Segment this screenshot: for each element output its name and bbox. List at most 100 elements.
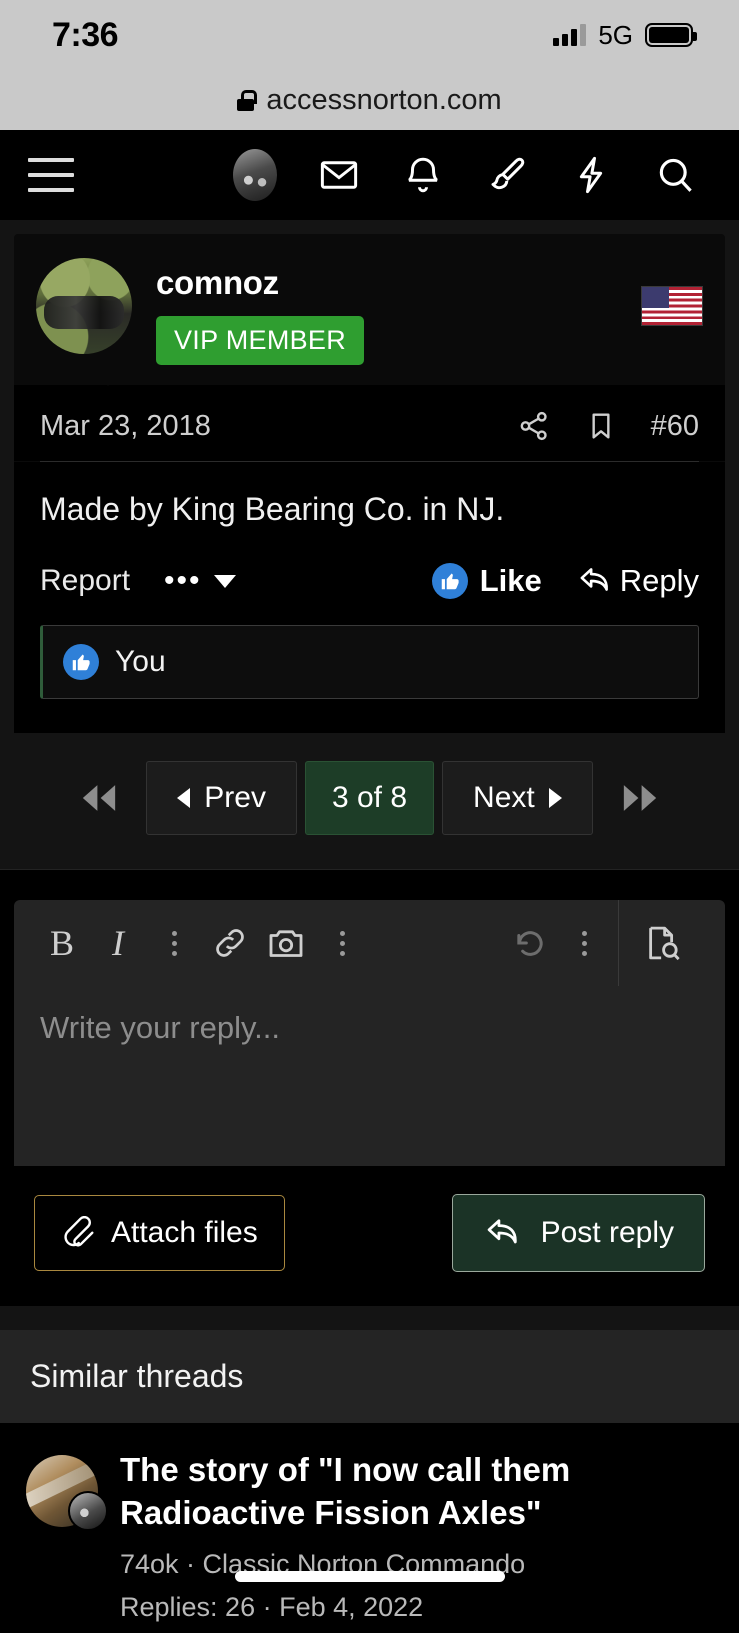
- next-page-button[interactable]: Next: [442, 761, 593, 836]
- prev-page-button[interactable]: Prev: [146, 761, 297, 836]
- us-flag-icon: [641, 286, 703, 326]
- reactions-bar[interactable]: You: [40, 625, 699, 700]
- post-date[interactable]: Mar 23, 2018: [40, 410, 211, 443]
- url-bar[interactable]: accessnorton.com: [0, 70, 739, 130]
- post-meta-row: Mar 23, 2018 #60: [14, 385, 725, 461]
- network-type-label: 5G: [598, 19, 633, 50]
- bookmark-icon[interactable]: [585, 410, 617, 442]
- post-action-right: Like Reply: [431, 563, 699, 600]
- envelope-icon: [320, 161, 358, 189]
- italic-button[interactable]: I: [90, 915, 146, 971]
- bold-button[interactable]: B: [34, 915, 90, 971]
- thumbs-up-glyph: [72, 654, 90, 671]
- reply-button-row: Attach files Post reply: [14, 1166, 725, 1273]
- nav-user-avatar-button[interactable]: [233, 149, 277, 201]
- vertical-dots-icon: [339, 930, 345, 956]
- undo-icon: [517, 931, 543, 957]
- status-indicators: 5G: [553, 19, 697, 51]
- nav-inbox-button[interactable]: [317, 153, 361, 197]
- paintbrush-icon: [491, 157, 525, 190]
- bell-icon: [408, 157, 438, 193]
- attach-files-label: Attach files: [111, 1216, 258, 1250]
- similar-threads-section: Similar threads The story of "I now call…: [0, 1330, 739, 1633]
- site-nav-bar: [0, 130, 739, 220]
- vertical-dots-icon: [171, 930, 177, 956]
- signal-strength-icon: [553, 24, 587, 46]
- thread-stats: Replies: 26 · Feb 4, 2022: [120, 1591, 424, 1622]
- nav-icon-group: [233, 149, 711, 201]
- preview-button[interactable]: [619, 915, 705, 971]
- nav-search-button[interactable]: [653, 153, 697, 197]
- pagination: Prev 3 of 8 Next: [0, 733, 739, 870]
- more-text-options-button[interactable]: [146, 915, 202, 971]
- bold-icon: B: [49, 923, 74, 964]
- post-card: comnoz VIP MEMBER Mar 23, 2018 #60 Made …: [14, 234, 725, 734]
- post-username[interactable]: comnoz: [156, 264, 364, 302]
- link-icon: [216, 929, 244, 957]
- battery-icon: [645, 23, 697, 47]
- report-button[interactable]: Report: [40, 564, 130, 598]
- status-bar: 7:36 5G: [0, 0, 739, 70]
- current-page-indicator[interactable]: 3 of 8: [304, 761, 435, 836]
- post-header: comnoz VIP MEMBER: [14, 234, 725, 386]
- ellipsis-icon: •••: [164, 564, 202, 598]
- thread-info: The story of "I now call them Radioactiv…: [120, 1449, 713, 1623]
- like-label: Like: [479, 563, 542, 599]
- post-reply-label: Post reply: [540, 1216, 674, 1250]
- italic-icon: I: [112, 923, 124, 964]
- nav-whats-new-button[interactable]: [569, 153, 613, 197]
- thread-title[interactable]: The story of "I now call them Radioactiv…: [120, 1449, 703, 1535]
- post-body-wrap: Made by King Bearing Co. in NJ. Report •…: [14, 462, 725, 734]
- hamburger-icon[interactable]: [28, 158, 74, 192]
- more-options-button[interactable]: •••: [164, 566, 236, 596]
- reply-textarea[interactable]: Write your reply...: [14, 986, 725, 1167]
- more-history-options-button[interactable]: [556, 915, 612, 971]
- reply-arrow-icon: [487, 1219, 517, 1244]
- status-badge: VIP MEMBER: [156, 316, 365, 365]
- like-button[interactable]: Like: [431, 563, 542, 600]
- post-action-row: Report ••• Like Reply: [40, 537, 699, 619]
- list-item[interactable]: The story of "I now call them Radioactiv…: [0, 1423, 739, 1633]
- reply-panel: B I Write your reply... Attach files Pos…: [0, 869, 739, 1307]
- avatar[interactable]: [36, 258, 132, 354]
- prev-page-label: Prev: [204, 781, 266, 815]
- user-block: comnoz VIP MEMBER: [156, 258, 365, 365]
- thumbs-up-glyph: [441, 573, 459, 590]
- home-indicator: [234, 1571, 505, 1582]
- more-insert-options-button[interactable]: [314, 915, 370, 971]
- next-page-label: Next: [473, 781, 535, 815]
- lightning-icon: [579, 156, 603, 194]
- thumbs-up-icon: [63, 644, 99, 681]
- reaction-users: You: [115, 645, 166, 679]
- editor-toolbar: B I: [14, 900, 725, 987]
- nav-theme-button[interactable]: [485, 153, 529, 197]
- chevron-right-icon: [548, 788, 562, 809]
- reply-placeholder: Write your reply...: [40, 1010, 281, 1046]
- share-icon[interactable]: [517, 409, 551, 443]
- vertical-dots-icon: [581, 930, 587, 956]
- avatar-icon: [233, 149, 277, 201]
- thread-thumbnail-wrap: [26, 1449, 108, 1532]
- post-reply-button[interactable]: Post reply: [451, 1194, 705, 1273]
- last-page-button[interactable]: [597, 781, 683, 815]
- lock-icon: [237, 89, 257, 111]
- post-number[interactable]: #60: [651, 410, 699, 443]
- chevron-left-icon: [177, 788, 191, 809]
- undo-button[interactable]: [500, 915, 556, 971]
- author-avatar: [68, 1491, 108, 1532]
- thumbs-up-icon: [431, 563, 468, 600]
- chevron-down-icon: [213, 574, 236, 588]
- insert-link-button[interactable]: [202, 915, 258, 971]
- camera-icon: [269, 930, 303, 958]
- insert-image-button[interactable]: [258, 915, 314, 971]
- attach-files-button[interactable]: Attach files: [34, 1195, 285, 1272]
- double-chevron-left-icon: [83, 785, 116, 812]
- status-time: 7:36: [52, 15, 119, 54]
- reply-arrow-icon: [580, 568, 608, 592]
- reply-button[interactable]: Reply: [576, 563, 699, 599]
- nav-alerts-button[interactable]: [401, 153, 445, 197]
- search-icon: [659, 158, 692, 192]
- post-body-text: Made by King Bearing Co. in NJ.: [40, 491, 505, 527]
- reply-label: Reply: [619, 563, 699, 599]
- first-page-button[interactable]: [56, 781, 142, 815]
